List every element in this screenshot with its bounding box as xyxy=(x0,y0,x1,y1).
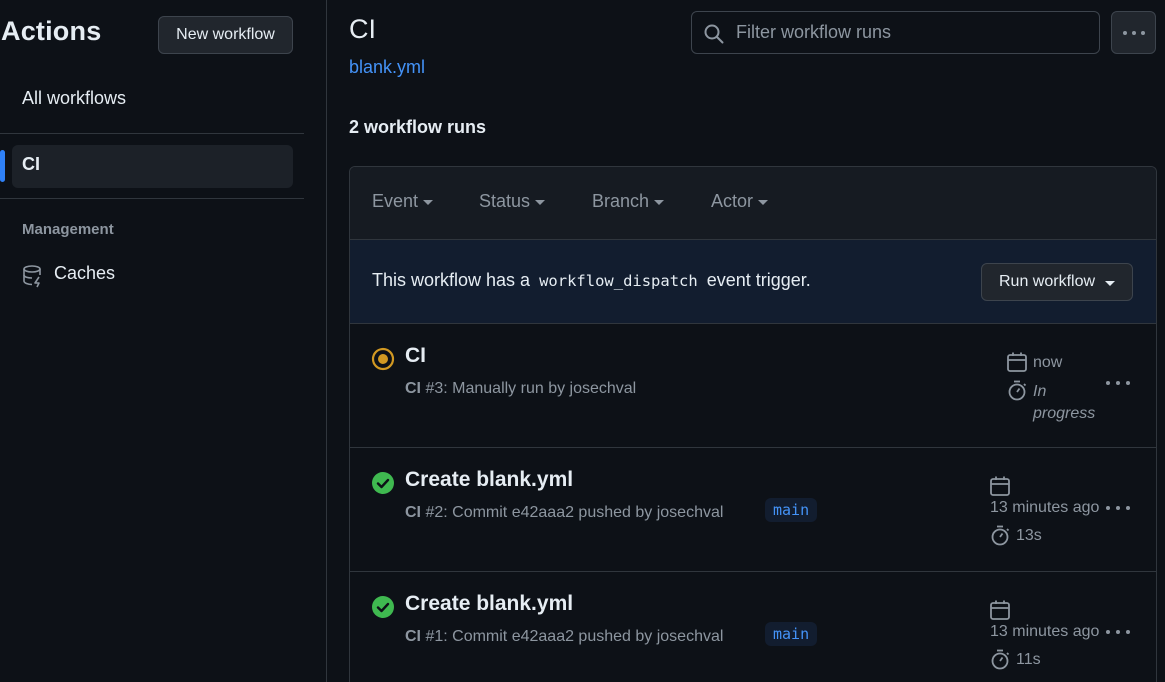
workflow-file-link[interactable]: blank.yml xyxy=(349,57,425,78)
filter-label: Actor xyxy=(711,191,754,211)
filter-branch[interactable]: Branch xyxy=(592,191,665,212)
calendar-icon xyxy=(1007,352,1027,372)
kebab-horizontal-icon[interactable] xyxy=(1105,378,1131,388)
workflow-run-row[interactable]: Create blank.yml CI #2: Commit e42aaa2 p… xyxy=(350,448,1156,572)
stopwatch-icon xyxy=(991,525,1010,546)
run-duration: In progress xyxy=(1033,383,1096,422)
sidebar-title: Actions xyxy=(1,16,102,46)
workflow-run-row[interactable]: Create blank.yml CI #1: Commit e42aaa2 p… xyxy=(350,572,1156,682)
filter-label: Event xyxy=(372,191,419,211)
kebab-horizontal-icon[interactable] xyxy=(1105,503,1131,513)
run-workflow-label: Run workflow xyxy=(999,273,1096,290)
runs-count: 2 workflow runs xyxy=(349,117,487,137)
run-duration: 13s xyxy=(1016,527,1042,544)
calendar-icon xyxy=(990,476,1010,496)
run-workflow-name: CI xyxy=(405,380,421,397)
dispatch-banner: This workflow has a workflow_dispatch ev… xyxy=(350,240,1156,324)
database-icon xyxy=(23,265,41,288)
run-time: 13 minutes ago xyxy=(990,499,1100,516)
workflow-run-row[interactable]: CI CI #3: Manually run by josechval now … xyxy=(350,324,1156,448)
filter-event[interactable]: Event xyxy=(372,191,434,212)
run-workflow-button[interactable]: Run workflow xyxy=(981,263,1133,301)
dispatch-message: This workflow has a workflow_dispatch ev… xyxy=(372,270,811,291)
run-title[interactable]: Create blank.yml xyxy=(405,468,573,492)
search-icon xyxy=(704,24,724,44)
kebab-horizontal-icon[interactable] xyxy=(1105,627,1131,637)
stopwatch-icon xyxy=(1008,380,1027,401)
management-heading: Management xyxy=(22,221,114,238)
filter-actor[interactable]: Actor xyxy=(711,191,769,212)
filter-bar: Event Status Branch Actor xyxy=(350,167,1156,240)
sidebar: Actions New workflow All workflows CI Ma… xyxy=(0,0,327,682)
dispatch-text-after: event trigger. xyxy=(706,270,811,290)
dispatch-text-before: This workflow has a xyxy=(372,270,531,290)
sidebar-divider xyxy=(0,198,304,199)
search-input[interactable] xyxy=(736,18,1086,46)
in-progress-icon xyxy=(371,347,395,371)
run-subtitle: CI #2: Commit e42aaa2 pushed by josechva… xyxy=(405,504,723,522)
workflow-runs-box: Event Status Branch Actor This workflow … xyxy=(349,166,1157,682)
filter-status[interactable]: Status xyxy=(479,191,546,212)
sidebar-item-caches[interactable]: Caches xyxy=(54,263,115,284)
filter-label: Status xyxy=(479,191,531,211)
run-title[interactable]: Create blank.yml xyxy=(405,592,573,616)
run-workflow-name: CI xyxy=(405,628,421,645)
caret-down-icon xyxy=(535,200,546,205)
sidebar-item-ci[interactable] xyxy=(12,145,293,188)
branch-badge[interactable]: main xyxy=(765,622,818,646)
more-options-button[interactable] xyxy=(1111,11,1156,54)
page-title: CI xyxy=(349,14,376,44)
kebab-horizontal-icon xyxy=(1122,30,1145,35)
run-workflow-name: CI xyxy=(405,504,421,521)
run-time: now xyxy=(1033,354,1063,371)
sidebar-divider xyxy=(0,133,304,134)
sidebar-item-all-workflows[interactable]: All workflows xyxy=(22,88,126,109)
caret-down-icon xyxy=(758,200,769,205)
stopwatch-icon xyxy=(991,649,1010,670)
caret-down-icon xyxy=(423,200,434,205)
new-workflow-button[interactable]: New workflow xyxy=(158,16,293,54)
dispatch-code: workflow_dispatch xyxy=(539,272,698,290)
selected-indicator xyxy=(0,150,5,182)
check-circle-icon xyxy=(372,596,394,618)
run-time: 13 minutes ago xyxy=(990,623,1100,640)
filter-label: Branch xyxy=(592,191,650,211)
sidebar-item-ci-label[interactable]: CI xyxy=(22,154,40,175)
run-details: #3: Manually run by josechval xyxy=(425,380,637,397)
run-title[interactable]: CI xyxy=(405,344,426,368)
caret-down-icon xyxy=(654,200,665,205)
check-circle-icon xyxy=(372,472,394,494)
run-details: #1: Commit e42aaa2 pushed by josechval xyxy=(425,628,724,645)
run-duration: 11s xyxy=(1016,651,1041,668)
run-subtitle: CI #3: Manually run by josechval xyxy=(405,380,636,398)
run-subtitle: CI #1: Commit e42aaa2 pushed by josechva… xyxy=(405,628,723,646)
calendar-icon xyxy=(990,600,1010,620)
caret-down-icon xyxy=(1105,280,1116,286)
search-box xyxy=(691,11,1100,54)
run-details: #2: Commit e42aaa2 pushed by josechval xyxy=(425,504,724,521)
branch-badge[interactable]: main xyxy=(765,498,818,522)
